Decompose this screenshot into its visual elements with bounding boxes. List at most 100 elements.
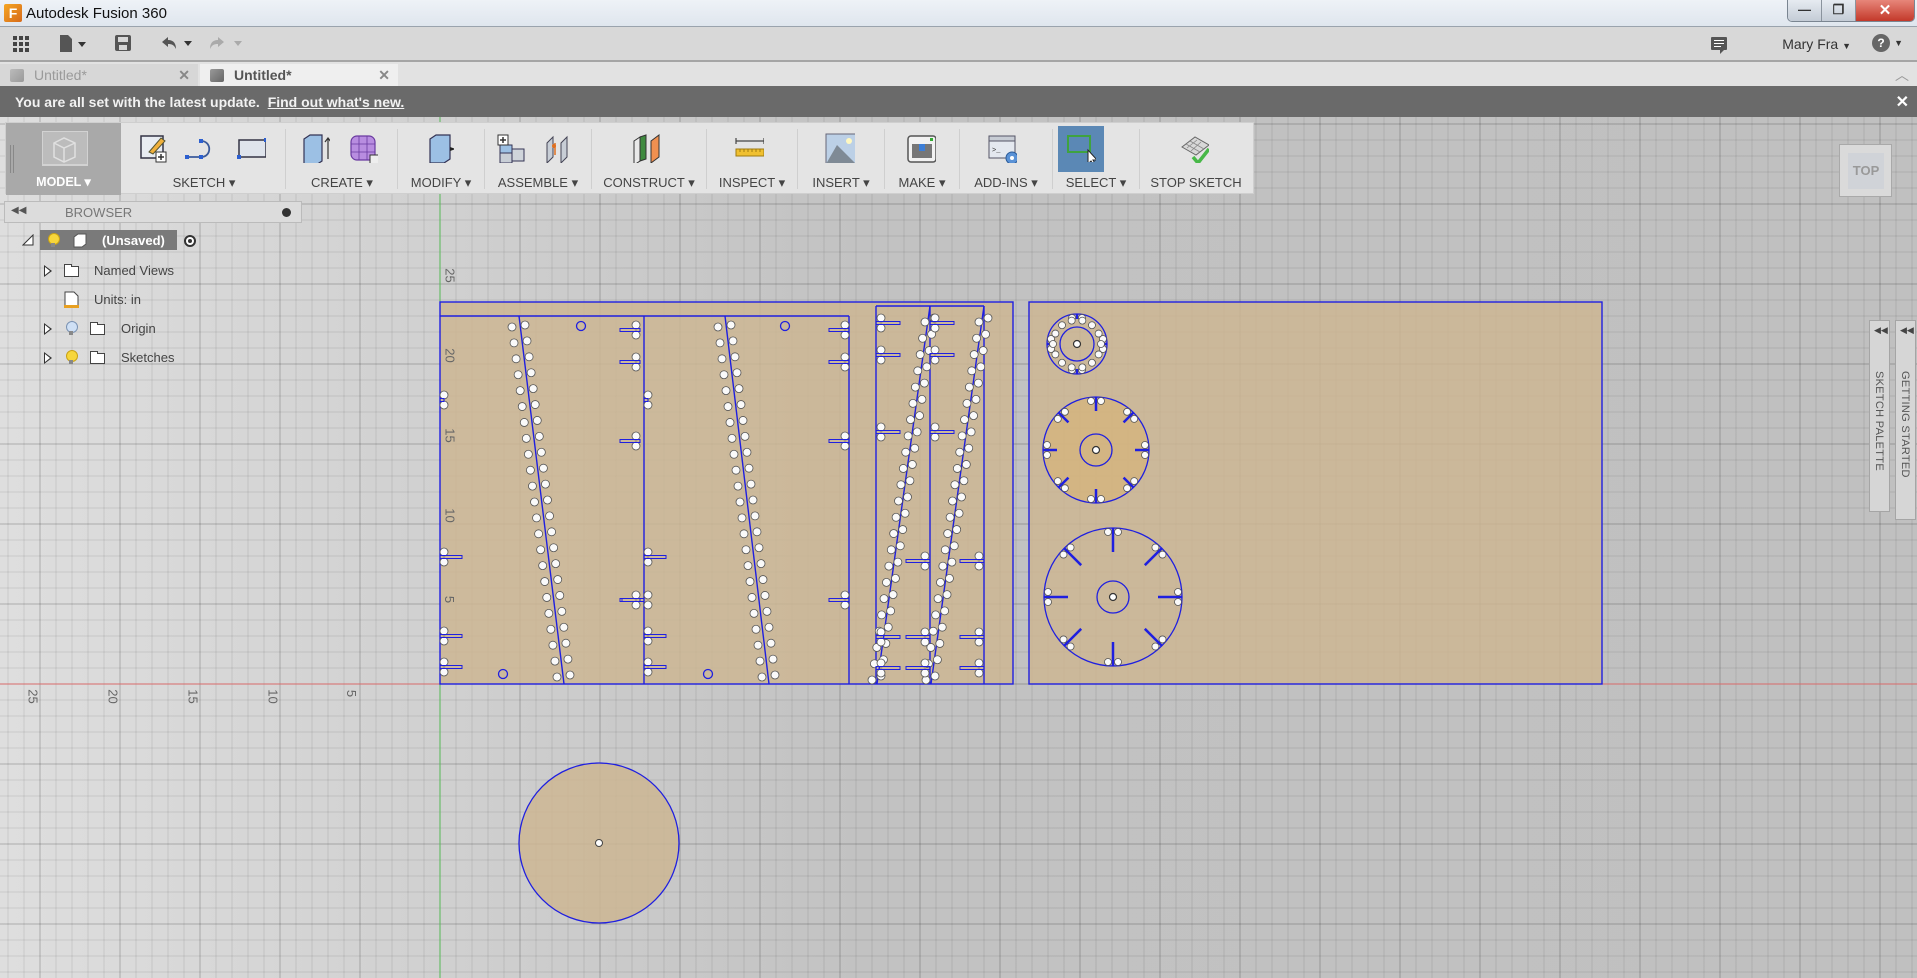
sketch-hole <box>969 350 979 359</box>
close-tab-icon[interactable]: ✕ <box>178 67 190 84</box>
ribbon-group-construct[interactable]: CONSTRUCT ▾ <box>593 123 705 195</box>
sketch-hole <box>1044 598 1052 606</box>
file-menu-icon[interactable] <box>60 35 90 53</box>
tab-untitled-1[interactable]: Untitled* ✕ <box>0 64 198 86</box>
sketch-hole <box>906 415 915 425</box>
window-select-icon[interactable] <box>1066 132 1096 162</box>
viewcube-top-face[interactable]: TOP <box>1848 153 1884 189</box>
sketch-hole <box>959 476 969 486</box>
offset-plane-icon[interactable] <box>631 133 661 163</box>
sketch-hole <box>643 636 653 646</box>
data-panel-grid-icon[interactable] <box>13 36 30 53</box>
measure-icon[interactable] <box>734 133 764 163</box>
expand-icon[interactable] <box>44 352 52 364</box>
sketch-hole <box>729 449 739 459</box>
help-menu[interactable]: ? ▼ <box>1872 34 1903 52</box>
create-sketch-icon[interactable] <box>139 133 169 163</box>
chevron-up-icon[interactable]: ︿ <box>1895 65 1909 85</box>
ribbon-group-modify[interactable]: MODIFY ▾ <box>399 123 483 195</box>
sketch-hole <box>1094 350 1103 359</box>
workspace-switcher-model[interactable]: MODEL ▾ <box>6 123 121 195</box>
ribbon-group-add-ins[interactable]: >_ ADD-INS ▾ <box>961 123 1051 195</box>
browser-root-unsaved[interactable]: (Unsaved) <box>40 230 177 250</box>
visibility-bulb-icon[interactable] <box>48 233 60 247</box>
ribbon-group-create[interactable]: CREATE ▾ <box>288 123 396 195</box>
sketch-hole <box>876 432 886 442</box>
expand-icon[interactable] <box>44 323 52 335</box>
3d-print-icon[interactable] <box>906 133 936 163</box>
press-pull-icon[interactable] <box>424 133 454 163</box>
sketch-hole <box>920 561 930 571</box>
collapse-root-icon[interactable] <box>22 234 34 246</box>
collapse-browser-icon[interactable]: ◀◀ <box>11 205 26 216</box>
sketch-hole <box>1097 397 1105 405</box>
browser-pin-icon[interactable] <box>282 208 291 217</box>
notification-message: You are all set with the latest update. <box>15 94 260 110</box>
activate-component-icon[interactable] <box>184 235 196 247</box>
sketch-hole <box>840 600 850 610</box>
joint-icon[interactable] <box>541 133 571 163</box>
expand-icon[interactable] <box>44 265 52 277</box>
ribbon-group-insert[interactable]: INSERT ▾ <box>799 123 883 195</box>
redo-icon[interactable] <box>210 35 246 53</box>
viewport-canvas[interactable] <box>0 117 1917 978</box>
whats-new-link[interactable]: Find out what's new. <box>268 94 405 110</box>
visibility-bulb-icon[interactable] <box>66 350 78 364</box>
browser-item-named-views[interactable]: Named Views <box>40 259 190 283</box>
sketch-hole <box>1053 414 1062 423</box>
sketch-hole <box>526 465 535 475</box>
stop-sketch-button[interactable]: STOP SKETCH <box>1141 123 1251 195</box>
quick-access-toolbar: Mary Fra ▼ ? ▼ <box>0 27 1917 62</box>
scripts-add-ins-icon[interactable]: >_ <box>987 133 1017 163</box>
sketch-hole <box>770 670 780 680</box>
comments-icon[interactable] <box>1711 37 1727 54</box>
toolbar-grip-handle[interactable] <box>10 145 14 173</box>
undo-icon[interactable] <box>160 35 196 53</box>
sketch-hole <box>528 481 537 491</box>
ribbon-toolbar: MODEL ▾ SKETCH ▾ CREATE ▾ MODIFY ▾ ASSEM… <box>5 122 1254 195</box>
save-icon[interactable] <box>115 35 132 52</box>
restore-button[interactable]: ❐ <box>1822 0 1856 21</box>
sketch-hole <box>950 480 960 490</box>
getting-started-panel[interactable]: ◀◀ GETTING STARTED <box>1895 320 1916 520</box>
y-tick-label: 10 <box>442 508 458 523</box>
close-tab-icon[interactable]: ✕ <box>378 67 390 84</box>
sketch-hole <box>561 638 571 648</box>
sketch-hole <box>532 513 541 523</box>
extrude-icon[interactable] <box>300 133 330 163</box>
ribbon-group-select[interactable]: SELECT ▾ <box>1054 123 1138 195</box>
ribbon-group-assemble[interactable]: ASSEMBLE ▾ <box>486 123 590 195</box>
close-window-button[interactable]: ✕ <box>1856 0 1914 21</box>
ribbon-group-make[interactable]: MAKE ▾ <box>886 123 958 195</box>
browser-item-units[interactable]: Units: in <box>40 288 180 312</box>
insert-image-icon[interactable] <box>825 133 855 163</box>
ribbon-group-sketch[interactable]: SKETCH ▾ <box>124 123 284 195</box>
x-tick-label: 15 <box>185 689 201 704</box>
sketch-hole <box>544 608 554 618</box>
rectangle-tool-icon[interactable] <box>236 133 266 163</box>
ribbon-group-inspect[interactable]: INSPECT ▾ <box>708 123 796 195</box>
sketch-hole <box>751 624 761 634</box>
expand-panel-icon[interactable]: ◀◀ <box>1874 325 1888 336</box>
tab-untitled-2[interactable]: Untitled* ✕ <box>200 64 398 86</box>
browser-item-sketches[interactable]: Sketches <box>40 346 190 370</box>
sketch-palette-panel[interactable]: ◀◀ SKETCH PALETTE <box>1869 320 1890 512</box>
new-component-icon[interactable] <box>496 133 526 163</box>
form-tspline-icon[interactable] <box>348 133 378 163</box>
sketch-hole <box>945 512 955 522</box>
minimize-button[interactable]: — <box>1788 0 1822 21</box>
visibility-bulb-icon[interactable] <box>66 321 78 335</box>
viewcube[interactable]: TOP <box>1839 144 1892 197</box>
sketch-hole <box>886 545 896 555</box>
sketch-hole <box>507 322 517 332</box>
line-tool-icon[interactable] <box>184 133 214 163</box>
sketch-hole <box>726 320 736 330</box>
sketch-drawing[interactable] <box>0 117 1917 978</box>
browser-panel-header[interactable]: ◀◀ BROWSER <box>4 201 302 223</box>
close-notification-icon[interactable]: ✕ <box>1896 92 1909 112</box>
user-account-menu[interactable]: Mary Fra ▼ <box>1782 36 1851 52</box>
browser-item-origin[interactable]: Origin <box>40 317 180 341</box>
expand-panel-icon[interactable]: ◀◀ <box>1900 325 1914 336</box>
stop-sketch-icon[interactable] <box>1179 133 1209 163</box>
component-icon <box>73 233 87 248</box>
